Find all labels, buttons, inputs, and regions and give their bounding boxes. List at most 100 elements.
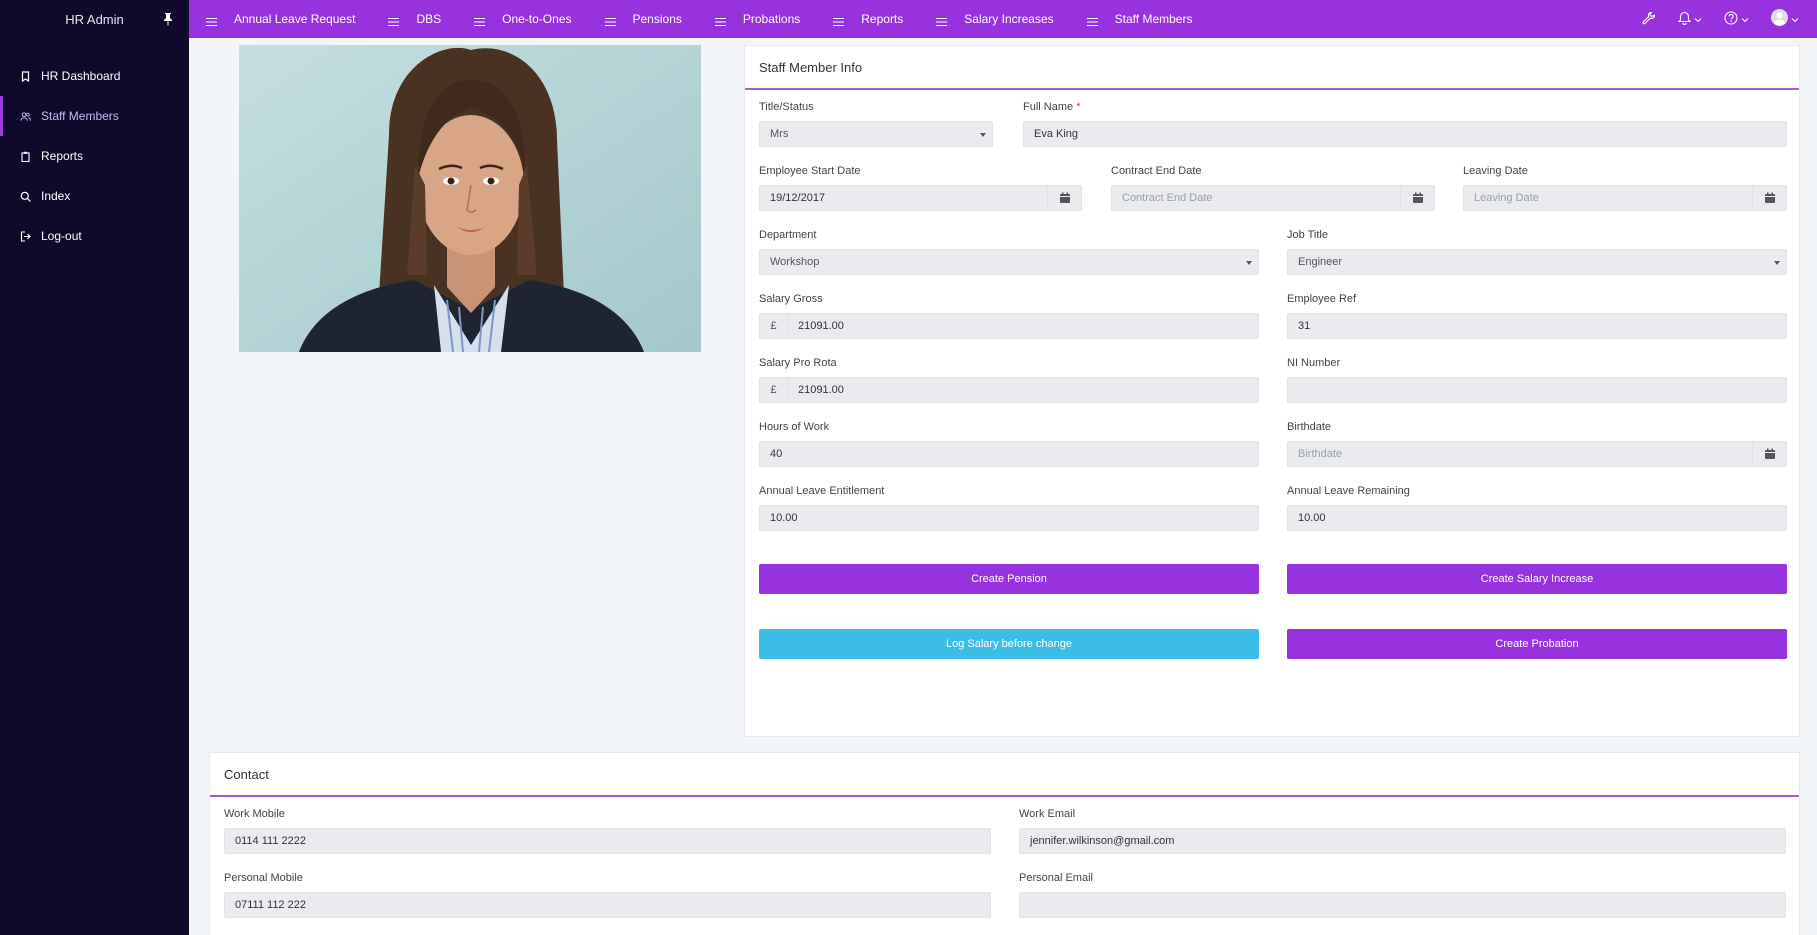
nav-staff-members[interactable]: Staff Members xyxy=(1086,0,1192,38)
salary-pro-rota-input[interactable]: £ 21091.00 xyxy=(759,377,1259,403)
pin-icon[interactable] xyxy=(163,12,173,26)
create-salary-increase-button[interactable]: Create Salary Increase xyxy=(1287,564,1787,594)
nav-reports[interactable]: Reports xyxy=(833,0,903,38)
clipboard-icon xyxy=(20,151,31,162)
menu-icon xyxy=(936,15,948,26)
employee-ref-input[interactable]: 31 xyxy=(1287,313,1787,339)
calendar-icon[interactable] xyxy=(1752,186,1786,210)
nav-one-to-ones[interactable]: One-to-Ones xyxy=(474,0,572,38)
nav-annual-leave-request[interactable]: Annual Leave Request xyxy=(206,0,355,38)
personal-mobile-input[interactable]: 07111 112 222 xyxy=(224,892,991,918)
sidebar-item-label: Reports xyxy=(41,149,84,163)
nav-label: Salary Increases xyxy=(964,12,1054,26)
al-entitlement-input[interactable]: 10.00 xyxy=(759,505,1259,531)
al-entitlement-value: 10.00 xyxy=(770,512,798,524)
work-email-input[interactable]: jennifer.wilkinson@gmail.com xyxy=(1019,828,1786,854)
create-pension-button[interactable]: Create Pension xyxy=(759,564,1259,594)
search-icon xyxy=(20,191,31,202)
sidebar-item-hr-dashboard[interactable]: HR Dashboard xyxy=(0,56,189,96)
menu-icon xyxy=(714,15,726,26)
help-icon xyxy=(1724,10,1738,28)
work-mobile-input[interactable]: 0114 111 2222 xyxy=(224,828,991,854)
sidebar: HR Admin HR Dashboard Staff Members Repo… xyxy=(0,0,189,935)
department-value: Workshop xyxy=(770,256,820,268)
staff-member-info-card: Staff Member Info Title/Status Mrs Full … xyxy=(744,45,1800,737)
sidebar-item-index[interactable]: Index xyxy=(0,176,189,216)
leaving-date-placeholder: Leaving Date xyxy=(1474,192,1539,204)
salary-gross-value: 21091.00 xyxy=(798,320,844,332)
hours-label: Hours of Work xyxy=(759,421,830,433)
staff-photo xyxy=(239,45,701,352)
nav-probations[interactable]: Probations xyxy=(714,0,801,38)
user-menu[interactable] xyxy=(1771,9,1799,29)
card-title: Staff Member Info xyxy=(745,46,1799,90)
contract-end-input[interactable]: Contract End Date xyxy=(1111,185,1435,211)
full-name-value: Eva King xyxy=(1034,128,1079,140)
help-menu[interactable] xyxy=(1724,10,1749,28)
work-mobile-label: Work Mobile xyxy=(224,808,285,820)
menu-icon xyxy=(604,15,616,26)
salary-gross-input[interactable]: £ 21091.00 xyxy=(759,313,1259,339)
sidebar-item-staff-members[interactable]: Staff Members xyxy=(0,96,189,136)
contact-card: Contact Work Mobile 0114 111 2222 Work E… xyxy=(209,752,1800,935)
top-right-actions xyxy=(1642,0,1799,38)
caret-down-icon xyxy=(1246,261,1252,265)
ni-number-input[interactable] xyxy=(1287,377,1787,403)
birthdate-label: Birthdate xyxy=(1287,421,1332,433)
salary-pro-rota-value: 21091.00 xyxy=(798,384,844,396)
menu-icon xyxy=(474,15,486,26)
logout-icon xyxy=(20,230,31,242)
create-probation-button[interactable]: Create Probation xyxy=(1287,629,1787,659)
nav-dbs[interactable]: DBS xyxy=(388,0,441,38)
work-mobile-value: 0114 111 2222 xyxy=(235,835,306,847)
birthdate-placeholder: Birthdate xyxy=(1298,448,1343,460)
log-salary-button[interactable]: Log Salary before change xyxy=(759,629,1259,659)
department-select[interactable]: Workshop xyxy=(759,249,1259,275)
calendar-icon[interactable] xyxy=(1752,442,1786,466)
required-mark: * xyxy=(1076,101,1081,113)
sidebar-item-label: Index xyxy=(41,189,71,203)
start-date-label: Employee Start Date xyxy=(759,165,861,177)
start-date-value: 19/12/2017 xyxy=(770,192,826,204)
bell-icon xyxy=(1677,11,1692,28)
full-name-label-text: Full Name xyxy=(1023,101,1074,113)
sidebar-item-logout[interactable]: Log-out xyxy=(0,216,189,256)
full-name-input[interactable]: Eva King xyxy=(1023,121,1787,147)
nav-label: Probations xyxy=(742,12,801,26)
start-date-input[interactable]: 19/12/2017 xyxy=(759,185,1082,211)
hours-input[interactable]: 40 xyxy=(759,441,1259,467)
wrench-icon[interactable] xyxy=(1642,12,1656,26)
bookmark-icon xyxy=(20,70,31,82)
sidebar-item-label: Staff Members xyxy=(41,109,119,123)
users-icon xyxy=(20,111,31,122)
calendar-icon[interactable] xyxy=(1400,186,1434,210)
nav-label: Reports xyxy=(861,12,904,26)
sidebar-item-reports[interactable]: Reports xyxy=(0,136,189,176)
leaving-date-input[interactable]: Leaving Date xyxy=(1463,185,1787,211)
nav-salary-increases[interactable]: Salary Increases xyxy=(936,0,1054,38)
caret-down-icon xyxy=(980,133,986,137)
al-remaining-value: 10.00 xyxy=(1298,512,1326,524)
sidebar-item-label: Log-out xyxy=(41,229,82,243)
card-title: Contact xyxy=(210,753,1799,797)
personal-email-label: Personal Email xyxy=(1019,872,1093,884)
personal-mobile-label: Personal Mobile xyxy=(224,872,303,884)
birthdate-input[interactable]: Birthdate xyxy=(1287,441,1787,467)
top-navigation-bar: Annual Leave Request DBS One-to-Ones Pen… xyxy=(189,0,1817,38)
nav-pensions[interactable]: Pensions xyxy=(604,0,682,38)
al-remaining-input[interactable]: 10.00 xyxy=(1287,505,1787,531)
notifications-menu[interactable] xyxy=(1677,11,1702,28)
title-status-select[interactable]: Mrs xyxy=(759,121,993,147)
sidebar-item-label: HR Dashboard xyxy=(41,69,121,83)
hours-value: 40 xyxy=(770,448,783,460)
currency-symbol: £ xyxy=(760,378,788,402)
personal-email-input[interactable] xyxy=(1019,892,1786,918)
contract-end-label: Contract End Date xyxy=(1111,165,1202,177)
calendar-icon[interactable] xyxy=(1047,186,1081,210)
al-entitlement-label: Annual Leave Entitlement xyxy=(759,485,885,497)
job-title-select[interactable]: Engineer xyxy=(1287,249,1787,275)
caret-down-icon xyxy=(1774,261,1780,265)
title-status-label: Title/Status xyxy=(759,101,814,113)
salary-pro-rota-label: Salary Pro Rota xyxy=(759,357,837,369)
menu-icon xyxy=(833,15,845,26)
